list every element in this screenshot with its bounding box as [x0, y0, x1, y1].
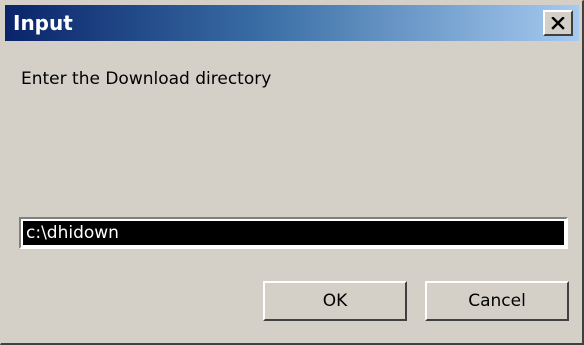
close-icon [551, 16, 565, 30]
prompt-label: Enter the Download directory [21, 69, 272, 89]
title-bar[interactable]: Input [5, 5, 579, 41]
input-dialog: Input Enter the Download directory OK Ca… [0, 0, 584, 345]
close-button[interactable] [543, 10, 573, 36]
directory-input-frame [19, 217, 568, 249]
window-title: Input [13, 11, 73, 35]
directory-input[interactable] [23, 221, 564, 245]
cancel-button[interactable]: Cancel [425, 281, 569, 321]
ok-button[interactable]: OK [263, 281, 407, 321]
